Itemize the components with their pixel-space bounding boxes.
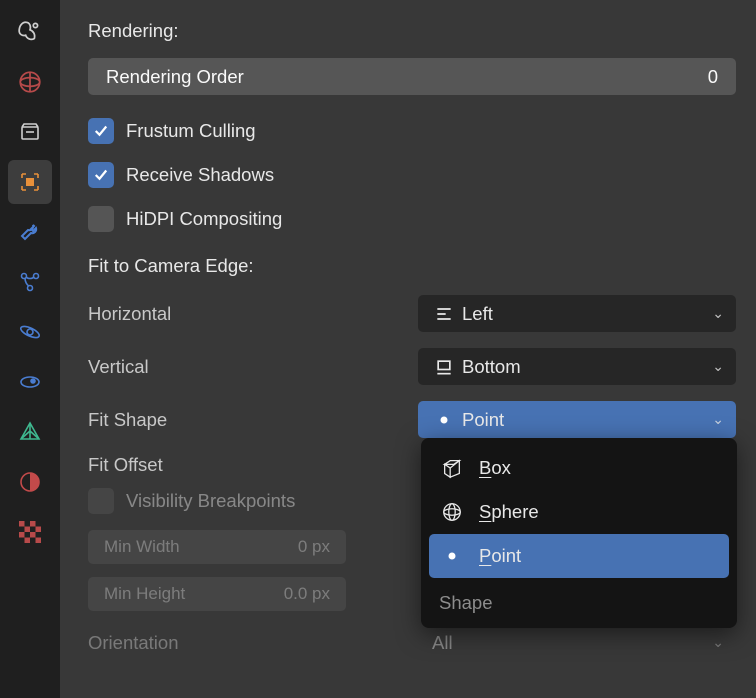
fit-offset-label: Fit Offset — [88, 454, 400, 476]
fit-shape-menu: Box Sphere Point Shape — [421, 438, 737, 628]
shape-option-box[interactable]: Box — [429, 446, 729, 490]
vertical-dropdown[interactable]: Bottom ⌄ — [418, 348, 736, 385]
box-icon — [439, 457, 465, 479]
chevron-down-icon: ⌄ — [712, 358, 724, 375]
point-icon — [430, 413, 458, 427]
shape-option-box-label: Box — [479, 457, 719, 479]
tab-constraints[interactable] — [8, 260, 52, 304]
min-width-label: Min Width — [104, 537, 298, 557]
visibility-label: Visibility Breakpoints — [126, 490, 295, 512]
fit-shape-value: Point — [462, 409, 712, 431]
chevron-down-icon: ⌄ — [712, 634, 724, 651]
tab-object[interactable] — [8, 160, 52, 204]
receive-shadows-row[interactable]: Receive Shadows — [88, 162, 736, 188]
tab-texture[interactable] — [8, 510, 52, 554]
min-width-value: 0 px — [298, 537, 330, 557]
frustum-culling-row[interactable]: Frustum Culling — [88, 118, 736, 144]
shape-menu-title: Shape — [429, 578, 729, 614]
tab-modifier[interactable] — [8, 410, 52, 454]
tab-world[interactable] — [8, 60, 52, 104]
horizontal-label: Horizontal — [88, 303, 400, 325]
min-height-value: 0.0 px — [284, 584, 330, 604]
chevron-down-icon: ⌄ — [712, 411, 724, 428]
receive-shadows-checkbox[interactable] — [88, 162, 114, 188]
min-height-field[interactable]: Min Height 0.0 px — [88, 577, 346, 611]
horizontal-dropdown[interactable]: Left ⌄ — [418, 295, 736, 332]
tab-render[interactable] — [8, 10, 52, 54]
orientation-value: All — [432, 632, 712, 654]
horizontal-value: Left — [462, 303, 712, 325]
rendering-order-value: 0 — [708, 66, 718, 88]
align-bottom-icon — [430, 357, 458, 377]
shape-option-sphere-label: Sphere — [479, 501, 719, 523]
shape-option-sphere[interactable]: Sphere — [429, 490, 729, 534]
hidpi-row[interactable]: HiDPI Compositing — [88, 206, 736, 232]
chevron-down-icon: ⌄ — [712, 305, 724, 322]
vertical-value: Bottom — [462, 356, 712, 378]
tab-wrench[interactable] — [8, 210, 52, 254]
shape-option-point[interactable]: Point — [429, 534, 729, 578]
tab-rigid[interactable] — [8, 360, 52, 404]
min-width-field[interactable]: Min Width 0 px — [88, 530, 346, 564]
tab-output[interactable] — [8, 110, 52, 154]
receive-shadows-label: Receive Shadows — [126, 164, 274, 186]
hidpi-label: HiDPI Compositing — [126, 208, 282, 230]
fit-section: Fit to Camera Edge: — [88, 251, 736, 281]
orientation-dropdown[interactable]: All ⌄ — [418, 624, 736, 661]
sidebar — [0, 0, 60, 698]
rendering-order-label: Rendering Order — [106, 66, 708, 88]
min-height-label: Min Height — [104, 584, 284, 604]
shape-option-point-label: Point — [479, 545, 719, 567]
rendering-section: Rendering: — [88, 16, 736, 46]
tab-material[interactable] — [8, 460, 52, 504]
hidpi-checkbox[interactable] — [88, 206, 114, 232]
frustum-label: Frustum Culling — [126, 120, 256, 142]
vertical-label: Vertical — [88, 356, 400, 378]
fit-shape-dropdown[interactable]: Point ⌄ — [418, 401, 736, 438]
frustum-checkbox[interactable] — [88, 118, 114, 144]
fit-shape-label: Fit Shape — [88, 409, 400, 431]
sphere-icon — [439, 501, 465, 523]
tab-physics[interactable] — [8, 310, 52, 354]
rendering-order-field[interactable]: Rendering Order 0 — [88, 58, 736, 95]
point-icon — [439, 549, 465, 563]
orientation-label: Orientation — [88, 632, 400, 654]
visibility-checkbox[interactable] — [88, 488, 114, 514]
align-left-icon — [430, 304, 458, 324]
